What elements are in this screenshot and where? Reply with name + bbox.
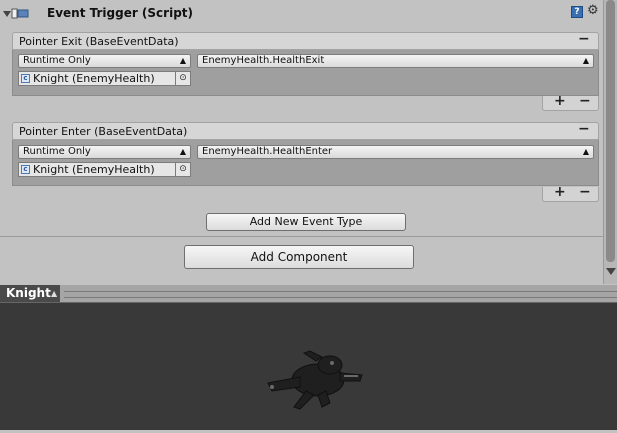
event-header-pointer-exit: Pointer Exit (BaseEventData) −: [12, 31, 599, 50]
gear-icon[interactable]: ⚙: [587, 4, 599, 18]
runtime-dropdown[interactable]: Runtime Only ▲︎: [18, 145, 191, 159]
csharp-script-icon: c: [21, 165, 30, 174]
listener-footer: + −: [542, 93, 599, 111]
dropdown-arrows-icon: ▲︎: [179, 147, 186, 156]
component-title: Event Trigger (Script): [47, 6, 194, 20]
remove-listener-button[interactable]: −: [579, 93, 591, 109]
section-divider: [0, 236, 603, 237]
target-object-field[interactable]: c Knight (EnemyHealth) ⊙: [18, 71, 191, 86]
dropdown-arrows-icon: ▲︎: [582, 56, 589, 65]
dropdown-arrows-icon: ▲︎: [582, 147, 589, 156]
runtime-dropdown[interactable]: Runtime Only ▲︎: [18, 54, 191, 68]
event-title: Pointer Enter (BaseEventData): [19, 125, 188, 138]
script-component-icon[interactable]: [11, 8, 29, 19]
preview-tab[interactable]: Knight ▲︎: [0, 285, 60, 302]
inspector-panel: Event Trigger (Script) ? ⚙ Pointer Exit …: [0, 0, 603, 284]
event-listener-list: Runtime Only ▲︎ EnemyHealth.HealthExit ▲…: [12, 50, 599, 96]
listener-footer: + −: [542, 184, 599, 202]
preview-tab-label: Knight: [6, 286, 51, 300]
target-object-label: Knight (EnemyHealth): [33, 163, 155, 176]
event-title: Pointer Exit (BaseEventData): [19, 35, 179, 48]
remove-listener-button[interactable]: −: [579, 184, 591, 200]
runtime-dropdown-label: Runtime Only: [23, 146, 91, 157]
function-dropdown-label: EnemyHealth.HealthExit: [202, 55, 325, 66]
target-object-field[interactable]: c Knight (EnemyHealth) ⊙: [18, 162, 191, 177]
foldout-arrow-icon[interactable]: [3, 11, 11, 17]
scrollbar-thumb[interactable]: [606, 0, 615, 262]
help-book-icon[interactable]: ?: [571, 6, 583, 18]
add-listener-button[interactable]: +: [554, 184, 566, 200]
csharp-script-icon: c: [21, 74, 30, 83]
function-dropdown[interactable]: EnemyHealth.HealthExit ▲︎: [197, 54, 594, 68]
preview-tabbar: Knight ▲︎: [0, 285, 617, 303]
add-component-button[interactable]: Add Component: [184, 245, 414, 269]
inspector-scrollbar[interactable]: [603, 0, 617, 284]
object-picker-icon[interactable]: ⊙: [175, 72, 190, 85]
model-preview[interactable]: [0, 303, 617, 430]
event-header-pointer-enter: Pointer Enter (BaseEventData) −: [12, 121, 599, 140]
function-dropdown-label: EnemyHealth.HealthEnter: [202, 146, 333, 157]
dropdown-arrows-icon: ▲︎: [179, 56, 186, 65]
function-dropdown[interactable]: EnemyHealth.HealthEnter ▲︎: [197, 145, 594, 159]
remove-event-button[interactable]: −: [578, 31, 590, 47]
object-picker-icon[interactable]: ⊙: [175, 163, 190, 176]
knight-model-preview: [267, 350, 363, 410]
event-listener-list: Runtime Only ▲︎ EnemyHealth.HealthEnter …: [12, 140, 599, 186]
scroll-down-arrow-icon[interactable]: [606, 268, 616, 275]
add-new-event-type-button[interactable]: Add New Event Type: [206, 213, 406, 231]
runtime-dropdown-label: Runtime Only: [23, 55, 91, 66]
target-object-label: Knight (EnemyHealth): [33, 72, 155, 85]
component-header[interactable]: Event Trigger (Script) ? ⚙: [0, 4, 603, 24]
add-listener-button[interactable]: +: [554, 93, 566, 109]
remove-event-button[interactable]: −: [578, 121, 590, 137]
dropdown-arrows-icon[interactable]: ▲︎: [51, 285, 57, 302]
resize-grip[interactable]: [64, 291, 617, 298]
